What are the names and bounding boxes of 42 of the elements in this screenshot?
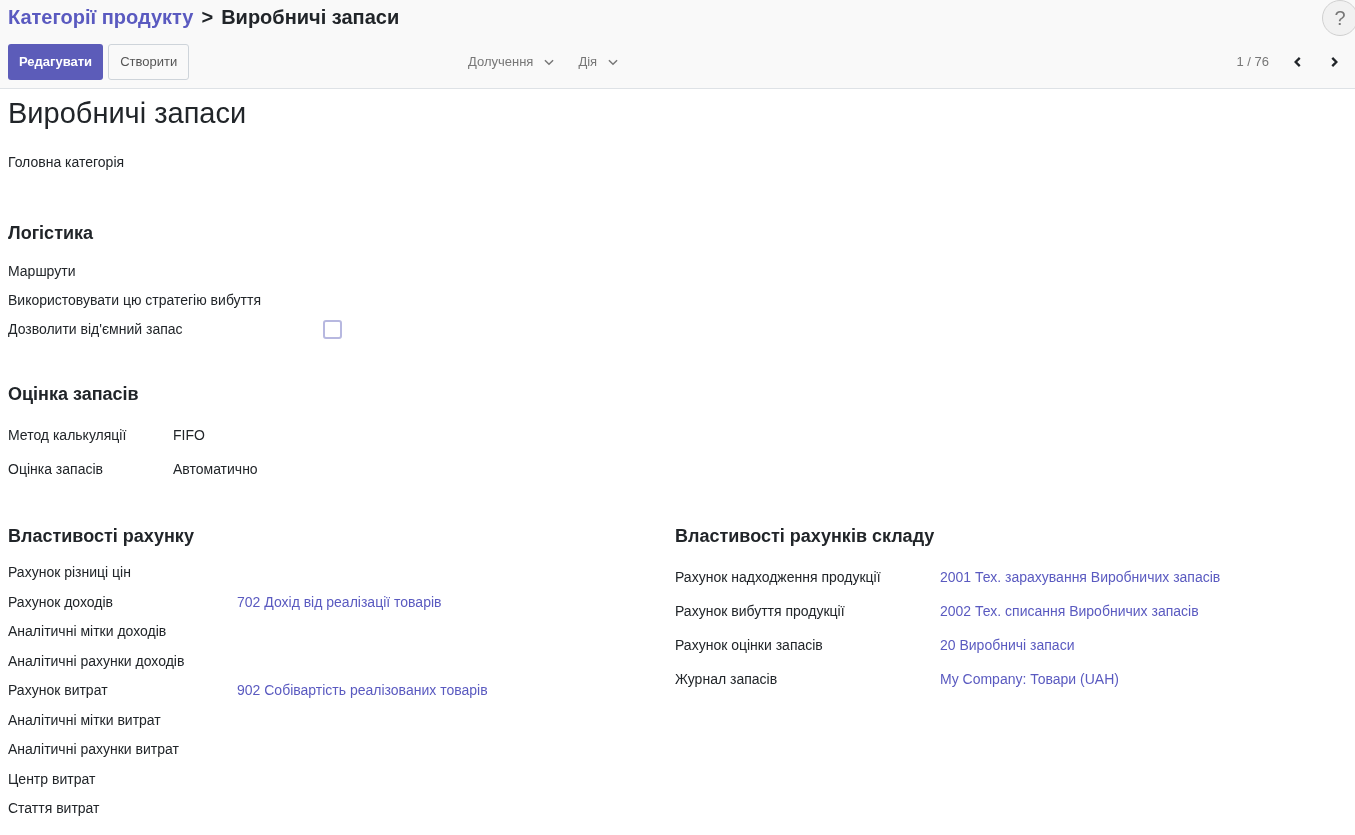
field-link[interactable]: 702 Дохід від реалізації товарів bbox=[237, 591, 442, 613]
field-label: Аналітичні мітки доходів bbox=[8, 622, 168, 642]
field-label: Дозволити від'ємний запас bbox=[8, 320, 184, 339]
field-label: Аналітичні рахунки витрат bbox=[8, 740, 180, 760]
field-label: Рахунок різниці цін bbox=[8, 563, 132, 583]
section-heading: Властивості рахунків складу bbox=[675, 525, 936, 548]
field-value: Автоматично bbox=[173, 459, 258, 479]
field-link[interactable]: My Company: Товари (UAH) bbox=[940, 668, 1119, 690]
breadcrumb-separator: > bbox=[201, 5, 214, 30]
section-heading: Властивості рахунку bbox=[8, 525, 195, 548]
field-link[interactable]: 2001 Тех. зарахування Виробничих запасів bbox=[940, 566, 1221, 588]
field-label: Використовувати цю стратегію вибуття bbox=[8, 291, 262, 310]
field-label: Журнал запасів bbox=[675, 669, 779, 689]
field-label: Головна категорія bbox=[8, 154, 125, 170]
field-label: Оцінка запасів bbox=[8, 459, 104, 479]
help-button[interactable]: ? bbox=[1322, 0, 1355, 36]
field-value: FIFO bbox=[173, 425, 205, 445]
field-label: Рахунок доходів bbox=[8, 592, 115, 612]
field-label: Метод калькуляції bbox=[8, 425, 128, 445]
section-heading: Логістика bbox=[8, 222, 95, 245]
create-button[interactable]: Створити bbox=[108, 44, 190, 80]
field-link[interactable]: 2002 Тех. списання Виробничих запасів bbox=[940, 600, 1199, 622]
field-label: Рахунок вибуття продукції bbox=[675, 601, 846, 621]
section-heading: Оцінка запасів bbox=[8, 383, 140, 406]
field-label: Рахунок оцінки запасів bbox=[675, 635, 824, 655]
field-link[interactable]: 20 Виробничі запаси bbox=[940, 634, 1075, 656]
field-link[interactable]: 902 Собівартість реалізованих товарів bbox=[237, 680, 488, 702]
field-label: Маршрути bbox=[8, 262, 77, 281]
field-label: Рахунок надходження продукції bbox=[675, 567, 882, 587]
field-label: Аналітичні рахунки доходів bbox=[8, 651, 186, 671]
dropdown-menu[interactable]: Дія bbox=[578, 52, 621, 72]
field-label: Рахунок витрат bbox=[8, 681, 109, 701]
dropdown-menu[interactable]: Долучення bbox=[468, 52, 557, 72]
record-title: Виробничі запаси bbox=[8, 96, 248, 131]
edit-button[interactable]: Редагувати bbox=[8, 44, 104, 80]
breadcrumb-link[interactable]: Категорії продукту bbox=[8, 2, 194, 32]
field-label: Центр витрат bbox=[8, 769, 97, 789]
field-label: Аналітичні мітки витрат bbox=[8, 710, 162, 730]
pager-counter: 1 / 76 bbox=[1236, 53, 1269, 72]
breadcrumb-current: Виробничі запаси bbox=[221, 5, 400, 30]
field-label: Стаття витрат bbox=[8, 799, 101, 819]
checkbox[interactable] bbox=[323, 320, 342, 339]
